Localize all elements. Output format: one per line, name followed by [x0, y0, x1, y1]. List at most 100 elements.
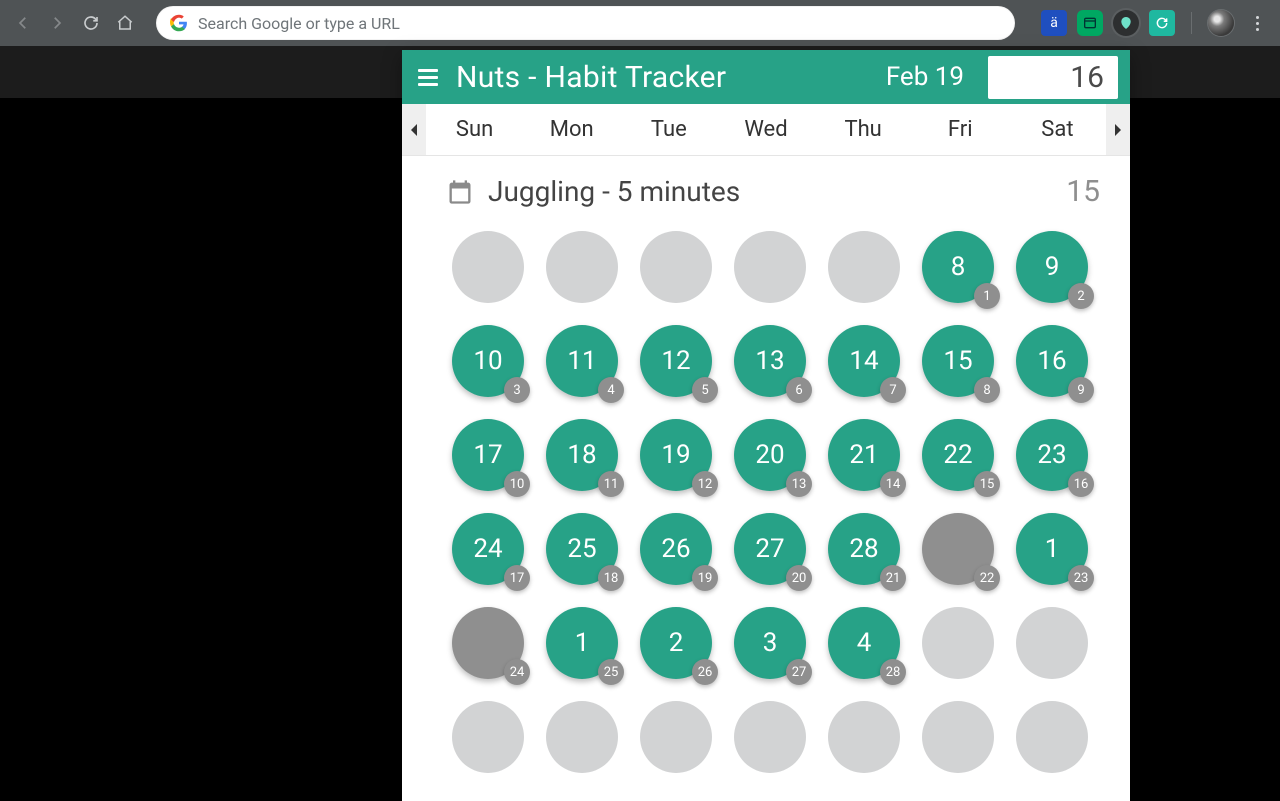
- day-cell[interactable]: [918, 603, 998, 683]
- day-cell[interactable]: [636, 227, 716, 307]
- day-cell[interactable]: 2013: [730, 415, 810, 495]
- day-cell[interactable]: 158: [918, 321, 998, 401]
- streak-badge: 8: [974, 377, 1000, 403]
- day-cell[interactable]: [1012, 697, 1092, 777]
- day-cell[interactable]: 2215: [918, 415, 998, 495]
- day-cell[interactable]: [918, 697, 998, 777]
- day-cell[interactable]: 92: [1012, 227, 1092, 307]
- extension-icon[interactable]: ä: [1041, 10, 1067, 36]
- streak-badge: 19: [692, 565, 718, 591]
- day-cell[interactable]: 1710: [448, 415, 528, 495]
- day-dot: [922, 607, 994, 679]
- day-cell[interactable]: 169: [1012, 321, 1092, 401]
- streak-badge: 6: [786, 377, 812, 403]
- day-cell[interactable]: 114: [542, 321, 622, 401]
- habit-grid: 8192103114125136147158169171018111912201…: [440, 227, 1100, 777]
- streak-badge: 17: [504, 565, 530, 591]
- address-bar[interactable]: Search Google or type a URL: [156, 6, 1015, 40]
- streak-badge: 2: [1068, 283, 1094, 309]
- forward-button[interactable]: [44, 10, 70, 36]
- day-cell[interactable]: [448, 227, 528, 307]
- day-cell[interactable]: 2316: [1012, 415, 1092, 495]
- day-dot: [734, 701, 806, 773]
- day-cell[interactable]: 81: [918, 227, 998, 307]
- day-cell[interactable]: [448, 697, 528, 777]
- day-cell[interactable]: 125: [542, 603, 622, 683]
- day-cell[interactable]: 2821: [824, 509, 904, 589]
- streak-badge: 22: [974, 565, 1000, 591]
- extension-icon[interactable]: [1149, 10, 1175, 36]
- day-dot: [640, 231, 712, 303]
- day-cell[interactable]: 136: [730, 321, 810, 401]
- weekday-label: Mon: [523, 104, 620, 155]
- day-cell[interactable]: 147: [824, 321, 904, 401]
- day-cell[interactable]: 123: [1012, 509, 1092, 589]
- streak-badge: 26: [692, 659, 718, 685]
- day-cell[interactable]: 2417: [448, 509, 528, 589]
- weekday-label: Tue: [620, 104, 717, 155]
- google-icon: [170, 14, 188, 32]
- day-cell[interactable]: [730, 227, 810, 307]
- day-cell[interactable]: 24: [448, 603, 528, 683]
- day-cell[interactable]: 2518: [542, 509, 622, 589]
- day-cell[interactable]: 226: [636, 603, 716, 683]
- home-button[interactable]: [112, 10, 138, 36]
- day-cell[interactable]: 2619: [636, 509, 716, 589]
- streak-badge: 25: [598, 659, 624, 685]
- streak-badge: 3: [504, 377, 530, 403]
- day-cell[interactable]: [542, 227, 622, 307]
- day-cell[interactable]: 2114: [824, 415, 904, 495]
- streak-badge: 23: [1068, 565, 1094, 591]
- habit-tracker-popup: Nuts - Habit Tracker Feb 19 16 Sun Mon T…: [402, 50, 1130, 801]
- day-cell[interactable]: [824, 697, 904, 777]
- day-dot: [640, 701, 712, 773]
- day-cell[interactable]: 1811: [542, 415, 622, 495]
- day-cell[interactable]: [542, 697, 622, 777]
- day-cell[interactable]: 1912: [636, 415, 716, 495]
- prev-week-button[interactable]: [402, 104, 426, 155]
- streak-badge: 11: [598, 471, 624, 497]
- chrome-menu-button[interactable]: [1244, 10, 1270, 36]
- habit-name: Juggling - 5 minutes: [488, 175, 740, 208]
- streak-badge: 18: [598, 565, 624, 591]
- header-date: Feb 19: [886, 62, 964, 92]
- extension-icons: ä: [1041, 10, 1270, 36]
- streak-badge: 27: [786, 659, 812, 685]
- panel-header: Nuts - Habit Tracker Feb 19 16: [402, 50, 1130, 104]
- reload-button[interactable]: [78, 10, 104, 36]
- streak-badge: 4: [598, 377, 624, 403]
- day-cell[interactable]: 103: [448, 321, 528, 401]
- day-cell[interactable]: 327: [730, 603, 810, 683]
- streak-badge: 12: [692, 471, 718, 497]
- next-week-button[interactable]: [1106, 104, 1130, 155]
- day-dot: [546, 701, 618, 773]
- day-dot: [828, 231, 900, 303]
- back-button[interactable]: [10, 10, 36, 36]
- app-title: Nuts - Habit Tracker: [456, 60, 726, 95]
- streak-badge: 9: [1068, 377, 1094, 403]
- habit-header: Juggling - 5 minutes 15: [402, 156, 1130, 217]
- header-count: 16: [988, 56, 1118, 99]
- streak-badge: 13: [786, 471, 812, 497]
- day-cell[interactable]: [824, 227, 904, 307]
- streak-badge: 20: [786, 565, 812, 591]
- day-dot: [546, 231, 618, 303]
- weekday-label: Sat: [1009, 104, 1106, 155]
- streak-badge: 14: [880, 471, 906, 497]
- day-cell[interactable]: 125: [636, 321, 716, 401]
- day-dot: [828, 701, 900, 773]
- day-dot: [734, 231, 806, 303]
- menu-button[interactable]: [414, 63, 442, 91]
- day-cell[interactable]: [1012, 603, 1092, 683]
- day-cell[interactable]: [730, 697, 810, 777]
- profile-avatar[interactable]: [1208, 10, 1234, 36]
- day-dot: [1016, 701, 1088, 773]
- day-cell[interactable]: 22: [918, 509, 998, 589]
- extension-icon[interactable]: [1077, 10, 1103, 36]
- day-cell[interactable]: 2720: [730, 509, 810, 589]
- day-cell[interactable]: [636, 697, 716, 777]
- streak-badge: 24: [504, 659, 530, 685]
- nuts-extension-icon[interactable]: [1113, 10, 1139, 36]
- weekday-row: Sun Mon Tue Wed Thu Fri Sat: [402, 104, 1130, 156]
- day-cell[interactable]: 428: [824, 603, 904, 683]
